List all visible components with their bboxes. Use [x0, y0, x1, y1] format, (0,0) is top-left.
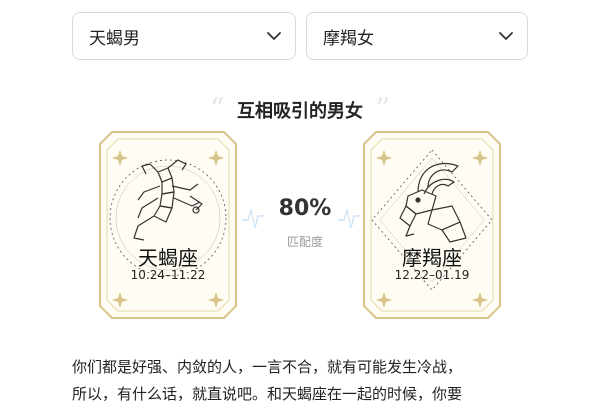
description-line: 所以，有什么话，就直说吧。和天蝎座在一起的时候，你要: [72, 385, 463, 403]
scorpio-card: 天蝎座 10.24–11.22: [98, 130, 238, 320]
female-sign-select[interactable]: 摩羯女: [306, 12, 528, 60]
capricorn-card: 摩羯座 12.22–01.19: [362, 130, 502, 320]
pulse-icon: [338, 207, 360, 229]
heading-title: 互相吸引的男女: [237, 100, 363, 122]
male-sign-select[interactable]: 天蝎男: [72, 12, 296, 60]
close-quote: ”: [375, 92, 391, 127]
open-quote: “: [209, 92, 225, 127]
section-heading: “ 互相吸引的男女 ”: [0, 92, 600, 127]
card-frame: [363, 131, 501, 319]
match-label: 匹配度: [286, 235, 323, 249]
sign-date-range: 12.22–01.19: [394, 268, 470, 282]
card-frame: [99, 131, 237, 319]
sign-date-range: 10.24–11.22: [130, 268, 206, 282]
female-sign-value: 摩羯女: [323, 28, 374, 49]
chevron-down-icon: [499, 32, 513, 40]
description-line: 你们都是好强、内敛的人，一言不合，就有可能发生冷战，: [72, 358, 463, 376]
male-sign-value: 天蝎男: [89, 28, 140, 49]
chevron-down-icon: [267, 32, 281, 40]
sign-name: 摩羯座: [402, 246, 462, 270]
sign-name: 天蝎座: [138, 246, 198, 270]
